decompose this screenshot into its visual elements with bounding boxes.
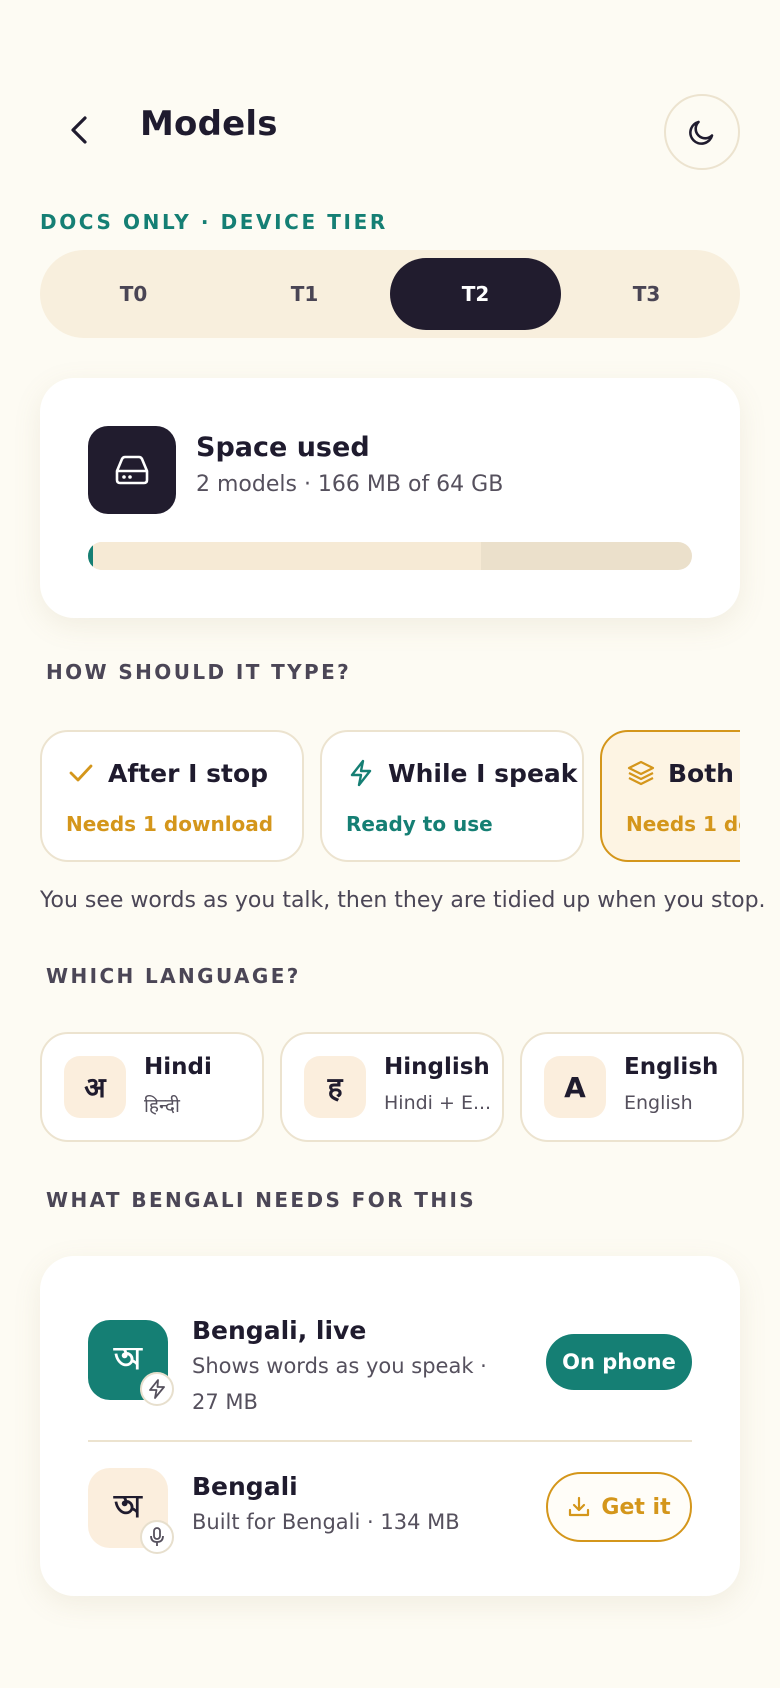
mode-status: Needs 1 download bbox=[66, 812, 274, 836]
mode-label: While I speak bbox=[388, 758, 578, 788]
language-glyph: अ bbox=[64, 1056, 126, 1118]
back-button[interactable] bbox=[56, 106, 104, 154]
language-card-english[interactable]: A English English bbox=[520, 1032, 744, 1142]
hard-drive-icon bbox=[115, 455, 149, 485]
typing-mode-row: After I stop Needs 1 download While I sp… bbox=[40, 730, 740, 862]
language-row: अ Hindi हिन्दी ह Hinglish Hindi + E... A… bbox=[40, 1032, 744, 1142]
theme-toggle-button[interactable] bbox=[664, 94, 740, 170]
lightning-icon bbox=[346, 758, 376, 788]
lightning-icon bbox=[149, 1379, 165, 1399]
language-native-name: हिन्दी bbox=[144, 1095, 180, 1117]
device-tier-eyebrow: DOCS ONLY · DEVICE TIER bbox=[40, 210, 388, 234]
language-native-name: Hindi + E... bbox=[384, 1092, 492, 1114]
language-card-hinglish[interactable]: ह Hinglish Hindi + E... bbox=[280, 1032, 504, 1142]
chevron-left-icon bbox=[71, 116, 87, 144]
language-glyph: A bbox=[544, 1056, 606, 1118]
model-description: Built for Bengali · 134 MB bbox=[192, 1510, 460, 1534]
language-name: Hinglish bbox=[384, 1054, 490, 1080]
tier-selector: T0 T1 T2 T3 bbox=[40, 250, 740, 338]
model-name: Bengali, live bbox=[192, 1316, 367, 1345]
language-glyph: ह bbox=[304, 1056, 366, 1118]
typing-section-label: HOW SHOULD IT TYPE? bbox=[46, 660, 352, 684]
language-name: English bbox=[624, 1054, 719, 1080]
storage-subtitle: 2 models · 166 MB of 64 GB bbox=[196, 472, 504, 497]
language-section-label: WHICH LANGUAGE? bbox=[46, 964, 301, 988]
mode-status: Ready to use bbox=[346, 812, 493, 836]
model-tile-bengali: অ bbox=[88, 1468, 174, 1554]
get-it-button[interactable]: Get it bbox=[546, 1472, 692, 1542]
typing-mode-description: You see words as you talk, then they are… bbox=[40, 888, 766, 913]
language-card-hindi[interactable]: अ Hindi हिन्दी bbox=[40, 1032, 264, 1142]
tier-tab-t2[interactable]: T2 bbox=[390, 258, 561, 330]
page-title: Models bbox=[140, 104, 278, 144]
moon-icon bbox=[689, 120, 714, 145]
storage-title: Space used bbox=[196, 432, 370, 463]
tier-tab-t0[interactable]: T0 bbox=[48, 258, 219, 330]
storage-card: Space used 2 models · 166 MB of 64 GB bbox=[40, 378, 740, 618]
models-screen: Models DOCS ONLY · DEVICE TIER T0 T1 T2 … bbox=[0, 0, 780, 1688]
mode-card-both[interactable]: Both Needs 1 download bbox=[600, 730, 740, 862]
download-icon bbox=[569, 1496, 590, 1517]
model-glyph: অ bbox=[114, 1487, 142, 1525]
tier-tab-t3[interactable]: T3 bbox=[561, 258, 732, 330]
mode-card-after-stop[interactable]: After I stop Needs 1 download bbox=[40, 730, 304, 862]
mode-label: After I stop bbox=[108, 758, 269, 788]
layers-icon bbox=[626, 758, 656, 788]
tier-tab-t1[interactable]: T1 bbox=[219, 258, 390, 330]
mode-status: Needs 1 download bbox=[626, 812, 740, 836]
storage-tile bbox=[88, 426, 176, 514]
divider bbox=[88, 1440, 692, 1442]
model-glyph: অ bbox=[114, 1339, 142, 1377]
mode-card-while-speak[interactable]: While I speak Ready to use bbox=[320, 730, 584, 862]
get-it-label: Get it bbox=[601, 1494, 671, 1520]
check-icon bbox=[66, 758, 96, 788]
language-native-name: English bbox=[624, 1092, 693, 1114]
model-name: Bengali bbox=[192, 1472, 298, 1501]
on-phone-badge: On phone bbox=[546, 1334, 692, 1390]
storage-progress-segment bbox=[88, 542, 481, 570]
model-badge bbox=[140, 1520, 174, 1554]
language-name: Hindi bbox=[144, 1054, 212, 1080]
models-section-label: WHAT BENGALI NEEDS FOR THIS bbox=[46, 1188, 477, 1212]
model-badge bbox=[140, 1372, 174, 1406]
model-tile-bengali-live: অ bbox=[88, 1320, 174, 1406]
storage-progress-fill bbox=[88, 542, 93, 570]
models-card: অ Bengali, live Shows words as you speak… bbox=[40, 1256, 740, 1596]
mode-label: Both bbox=[668, 758, 734, 788]
model-description: Shows words as you speak · 27 MB bbox=[192, 1354, 487, 1414]
microphone-icon bbox=[150, 1527, 164, 1546]
storage-progress-bar bbox=[88, 542, 692, 570]
